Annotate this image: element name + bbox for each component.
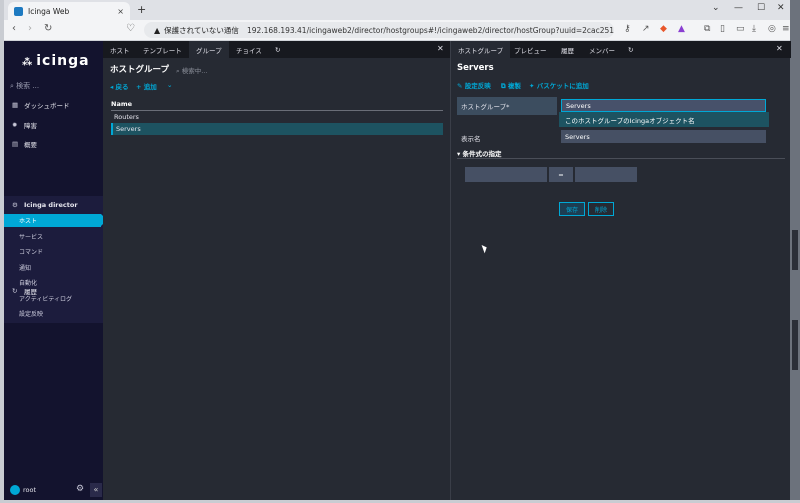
extensions-icon[interactable]: ⧉ [704,24,710,34]
hostgroups-list-panel: ホスト テンプレート グループ チョイス ↻ ✕ ホストグループ ⌕ 検索中..… [103,41,450,500]
more-actions-dropdown[interactable]: ⌄ [167,81,172,89]
filter-section-header[interactable]: ▾ 条件式の指定 [457,148,785,159]
filter-value-input[interactable] [575,167,637,182]
wallet-icon[interactable]: ▭ [736,24,745,34]
tag-icon: ✦ [529,82,537,90]
icinga-logo[interactable]: ⁂ icinga [22,53,90,69]
table-row[interactable]: Routers [111,111,443,123]
share-icon[interactable]: ↗ [642,24,650,34]
download-icon[interactable]: ⤓ [752,24,756,34]
director-icon: ⚙ [12,201,18,209]
right-tab-bar: ホストグループ プレビュー 履歴 メンバー ↻ ✕ [451,41,791,58]
tab-search-icon[interactable]: ⌄ [712,3,720,13]
problems-icon: ✹ [12,121,18,129]
plus-icon: + [136,83,144,91]
vpn-icon[interactable]: ◎ [768,24,776,34]
history-icon: ↻ [12,287,18,295]
sidebar-footer: root ⚙ « [4,482,103,500]
browser-tab-bar: Icinga Web × + ⌄ — ☐ ✕ [4,0,790,20]
hostgroup-detail-panel: ホストグループ プレビュー 履歴 メンバー ↻ ✕ Servers ✎ 設定反映… [450,41,791,500]
wrench-icon: ✎ [457,82,465,90]
tab-groups[interactable]: グループ [189,41,229,58]
dashboard-icon: ▦ [12,101,19,109]
rewards-icon[interactable]: ▲ [678,24,685,34]
tab-title: Icinga Web [28,6,70,16]
gear-icon[interactable]: ⚙ [76,484,84,494]
tab-hosts[interactable]: ホスト [110,41,130,58]
tab-members[interactable]: メンバー [589,41,615,58]
object-title: Servers [457,63,494,73]
display-name-input[interactable]: Servers [561,130,766,143]
sidebar-sub-notifications[interactable]: 通知 [4,261,103,274]
icinga-favicon-icon [14,6,23,16]
collapse-sidebar-button[interactable]: « [90,483,102,497]
field-hint: このホストグループのIcingaオブジェクト名 [559,112,769,127]
overview-icon: ▤ [12,140,19,148]
table-row-selected[interactable]: Servers [111,123,443,135]
chevron-down-icon: ⌄ [167,81,173,89]
save-button[interactable]: 保存 [559,202,585,216]
sidebar-search[interactable]: ⌕ 検索 ... [10,81,39,91]
close-window-button[interactable]: ✕ [777,3,785,13]
user-avatar[interactable] [10,485,20,495]
clone-icon: ⧉ [501,82,508,90]
clone-button[interactable]: ⧉ 複製 [501,80,521,91]
sidebar-item-problems[interactable]: ✹ 障害 [4,118,103,132]
sidebar-item-dashboard[interactable]: ▦ ダッシュボード [4,98,103,112]
reload-button[interactable]: ↻ [44,23,52,34]
hostgroup-field-label: ホストグループ* [461,103,510,111]
sidebar-sub-commands[interactable]: コマンド [4,245,103,258]
tab-choices[interactable]: チョイス [236,41,262,58]
add-to-basket-button[interactable]: ✦ バスケットに追加 [529,80,589,90]
sidebar-sub-services[interactable]: サービス [4,230,103,243]
sidebar-icon[interactable]: ▯ [720,24,725,34]
sidebar-item-overview[interactable]: ▤ 概要 [4,137,103,151]
tab-templates[interactable]: テンプレート [143,41,182,58]
sidebar-sub-hosts[interactable]: ホスト [4,214,107,227]
hostgroup-name-input[interactable]: Servers [561,99,766,112]
sidebar-sub-deploy[interactable]: 設定反映 [4,307,103,320]
add-button[interactable]: + 追加 [136,81,157,91]
bookmark-icon[interactable]: ♡ [126,23,135,34]
tab-hostgroup[interactable]: ホストグループ [451,41,511,58]
director-menu-group: ⚙ Icinga director ホスト サービス コマンド 通知 自動化 ア… [4,196,107,323]
username[interactable]: root [23,486,36,494]
table-header-name: Name [111,100,443,111]
sidebar-item-history[interactable]: ↻ 履歴 [4,284,103,298]
display-name-label: 表示名 [461,135,481,143]
icinga-logo-icon: ⁂ [22,57,34,68]
url-text: 192.168.193.41/icingaweb2/director/hostg… [246,25,614,35]
page-title: ホストグループ [110,65,169,75]
browser-toolbar: ‹ › ↻ ♡ ▲ 保護されていない通信 192.168.193.41/icin… [4,20,790,41]
forward-button[interactable]: › [28,23,32,34]
refresh-icon[interactable]: ↻ [275,41,280,58]
address-bar[interactable]: ▲ 保護されていない通信 192.168.193.41/icingaweb2/d… [144,22,614,38]
refresh-icon[interactable]: ↻ [628,41,633,58]
background-window-strip [790,0,800,503]
brave-shield-icon[interactable]: ◆ [660,24,667,34]
new-tab-button[interactable]: + [137,3,146,16]
left-tab-bar: ホスト テンプレート グループ チョイス ↻ ✕ [103,41,450,58]
icinga-sidebar: ⁂ icinga ⌕ 検索 ... ▦ ダッシュボード ✹ 障害 ▤ 概要 ⚙ I… [4,41,107,500]
tab-preview[interactable]: プレビュー [514,41,547,58]
tab-close-icon[interactable]: × [117,7,124,16]
delete-button[interactable]: 削除 [588,202,614,216]
tab-history[interactable]: 履歴 [561,41,574,58]
close-column-icon[interactable]: ✕ [776,44,783,53]
deploy-button[interactable]: ✎ 設定反映 [457,80,491,90]
back-button[interactable]: ◂ 戻る [110,81,129,91]
maximize-button[interactable]: ☐ [757,3,765,13]
warning-icon: ▲ [154,25,161,35]
filter-operator-select[interactable]: = [549,167,573,182]
menu-icon[interactable]: ≡ [782,24,790,34]
key-icon[interactable]: ⚷ [624,24,631,34]
back-button[interactable]: ‹ [12,23,16,34]
security-status: 保護されていない通信 [164,25,239,35]
search-input[interactable]: ⌕ 検索中... [176,65,207,76]
browser-tab[interactable]: Icinga Web × [8,2,130,20]
filter-column-select[interactable] [465,167,547,182]
minimize-button[interactable]: — [734,3,743,13]
close-column-icon[interactable]: ✕ [437,44,444,53]
sidebar-item-director[interactable]: ⚙ Icinga director [4,198,103,212]
